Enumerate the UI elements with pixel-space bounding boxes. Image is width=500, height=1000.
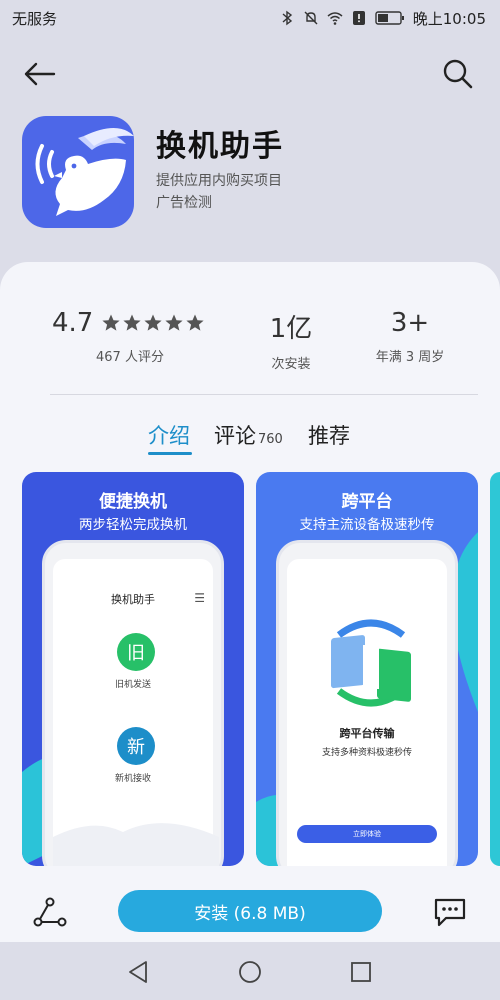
- phone-screen: 跨平台传输 支持多种资料极速秒传 立即体验: [287, 559, 447, 866]
- stats-row: 4.7 467 人评分 1亿 次安装 3+ 年满 3 周岁: [0, 308, 500, 378]
- wifi-icon: [327, 12, 343, 25]
- installs-stat: 1亿 次安装: [236, 308, 346, 372]
- tab-intro[interactable]: 介绍: [148, 420, 190, 450]
- nav-back-icon[interactable]: [126, 959, 152, 985]
- phone-mockup: 换机助手 ☰ 旧 旧机发送 新 新机接收: [42, 540, 224, 866]
- age-stat: 3+ 年满 3 周岁: [360, 308, 460, 365]
- app-icon: [22, 116, 134, 228]
- star-icon: [102, 314, 120, 331]
- menu-icon: ☰: [194, 591, 205, 605]
- divider: [50, 394, 478, 395]
- tab-indicator: [148, 452, 192, 455]
- alert-icon: [352, 11, 365, 25]
- ad-check-note: 广告检测: [156, 195, 212, 211]
- screenshot-subtitle: 两步轻松完成换机: [79, 517, 187, 533]
- comment-icon[interactable]: [432, 894, 468, 930]
- tab-intro-label: 介绍: [148, 424, 190, 448]
- mock-app-header: 换机助手: [111, 593, 155, 606]
- action-bar: 安装 (6.8 MB): [0, 882, 500, 942]
- status-bar: 无服务 晚上10:05: [0, 0, 500, 36]
- share-icon[interactable]: [30, 894, 70, 930]
- rating-stars: [101, 313, 205, 333]
- age-value: 3+: [390, 308, 430, 338]
- carrier-text: 无服务: [12, 9, 58, 28]
- screenshot-title: 便捷换机: [99, 492, 167, 512]
- phone-mockup: 跨平台传输 支持多种资料极速秒传 立即体验: [276, 540, 458, 866]
- system-nav-bar: [0, 942, 500, 1000]
- rating-count: 467 人评分: [96, 350, 164, 365]
- top-bar: [0, 52, 500, 96]
- star-icon: [165, 314, 183, 331]
- screenshot-3[interactable]: [490, 472, 500, 866]
- mountain-decor: [53, 823, 219, 866]
- installs-value: 1亿: [269, 314, 313, 344]
- review-count: 760: [258, 432, 283, 447]
- app-title: 换机助手: [156, 129, 284, 164]
- battery-icon: [375, 11, 404, 25]
- tab-reviews-label: 评论: [214, 424, 256, 448]
- tab-reviews[interactable]: 评论 760: [214, 420, 283, 450]
- screenshot-title: 跨平台: [341, 492, 393, 512]
- in-app-purchase-note: 提供应用内购买项目: [156, 173, 282, 189]
- new-phone-caption: 新机接收: [114, 774, 151, 784]
- age-label: 年满 3 周岁: [375, 350, 445, 365]
- nav-recents-icon[interactable]: [348, 959, 374, 985]
- screenshot-2[interactable]: 跨平台 支持主流设备极速秒传 跨平台传输 支持多种资料极速秒传 立即体验: [256, 472, 478, 866]
- transfer-icon: [331, 619, 411, 707]
- rating-stat: 4.7 467 人评分: [52, 308, 212, 365]
- old-phone-caption: 旧机发送: [114, 680, 151, 690]
- star-icon: [144, 314, 162, 331]
- status-icons: 晚上10:05: [279, 8, 486, 29]
- bluetooth-icon: [282, 10, 292, 26]
- tab-recommend[interactable]: 推荐: [308, 420, 350, 450]
- star-icon: [123, 314, 141, 331]
- transfer-heading: 跨平台传输: [339, 727, 395, 740]
- try-now-button: 立即体验: [297, 825, 437, 843]
- rating-value: 4.7: [52, 308, 94, 338]
- tab-bar: 介绍 评论 760 推荐: [0, 420, 500, 460]
- phone-screen: 换机助手 ☰ 旧 旧机发送 新 新机接收: [53, 559, 219, 866]
- search-icon[interactable]: [440, 56, 476, 92]
- new-phone-badge: 新: [117, 727, 155, 765]
- transfer-caption: 支持多种资料极速秒传: [321, 748, 412, 758]
- nav-home-icon[interactable]: [237, 959, 263, 985]
- installs-label: 次安装: [271, 357, 311, 372]
- install-button[interactable]: 安装 (6.8 MB): [118, 890, 382, 932]
- old-phone-badge: 旧: [117, 633, 155, 671]
- tab-recommend-label: 推荐: [308, 424, 350, 448]
- star-icon: [186, 314, 204, 331]
- mute-icon: [304, 11, 318, 25]
- bird-logo-icon: [35, 128, 134, 216]
- screenshot-1[interactable]: 便捷换机 两步轻松完成换机 换机助手 ☰ 旧 旧机发送 新 新机接收: [22, 472, 244, 866]
- clock-text: 晚上10:05: [412, 9, 486, 28]
- screenshot-subtitle: 支持主流设备极速秒传: [299, 517, 435, 533]
- back-arrow-icon[interactable]: [20, 56, 60, 92]
